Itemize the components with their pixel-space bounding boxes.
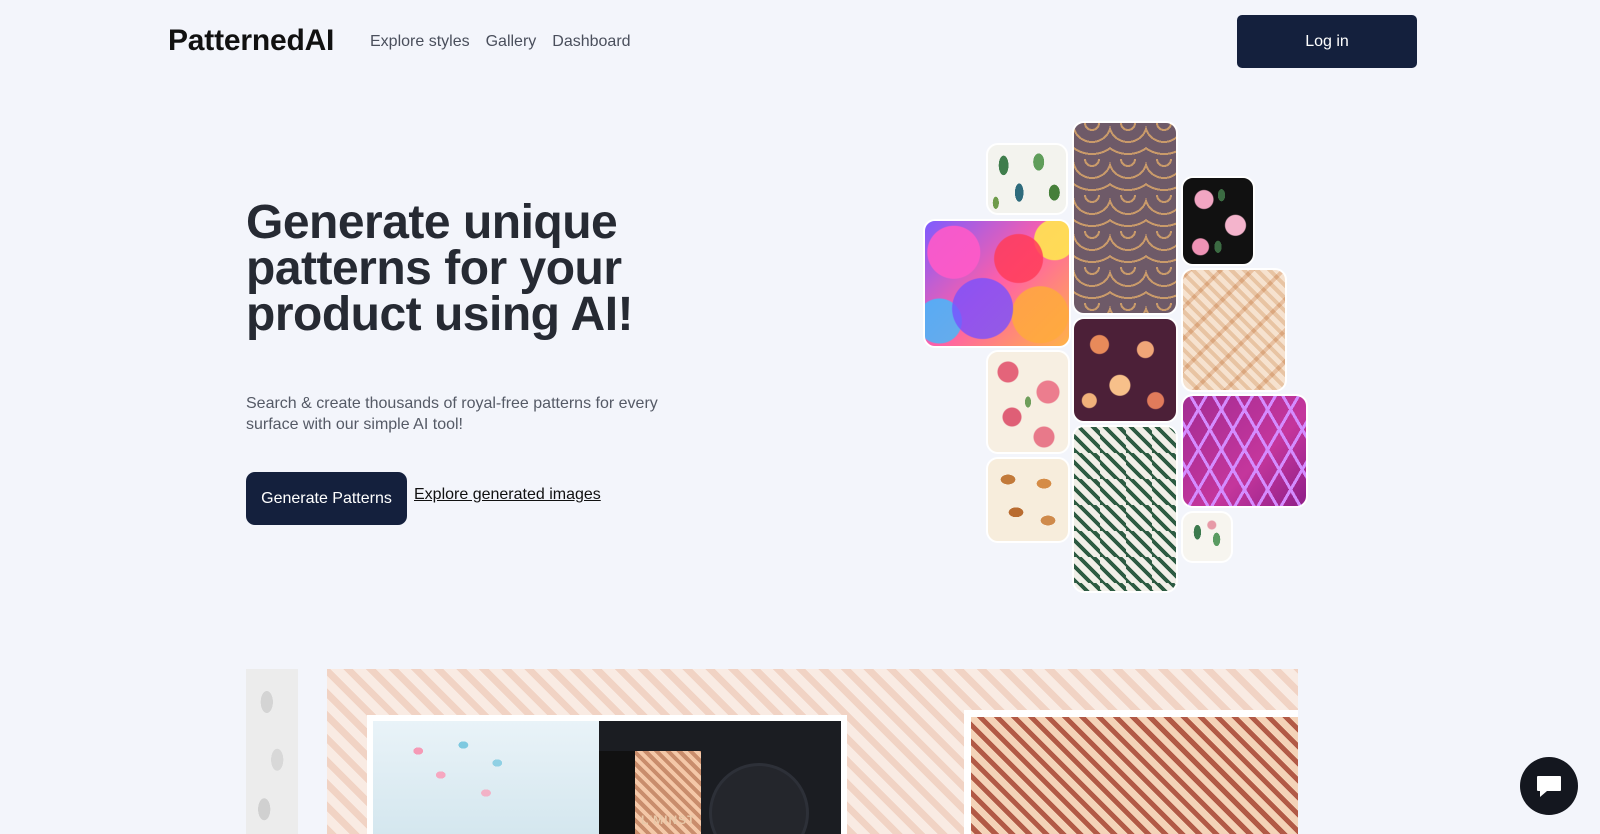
nav-gallery[interactable]: Gallery [486, 33, 537, 51]
product-brand-label: L'MINST [641, 813, 696, 827]
pattern-tile-roses-black [1181, 176, 1255, 266]
rug-pattern-photo [971, 717, 1298, 834]
pattern-tile-cream-roses [986, 350, 1070, 454]
chat-bubble-icon [1537, 776, 1561, 797]
main-nav: Explore styles Gallery Dashboard [370, 33, 631, 51]
nav-explore-styles[interactable]: Explore styles [370, 33, 470, 51]
pattern-tile-green-leaves [1181, 511, 1233, 563]
pattern-tile-tan-diamonds [1181, 268, 1287, 392]
showcase-left-pattern [246, 669, 298, 834]
showcase-band: L'MINST [327, 669, 1298, 834]
generate-patterns-button[interactable]: Generate Patterns [246, 472, 407, 525]
showcase-frame-1: L'MINST [367, 715, 847, 834]
explore-generated-images-link[interactable]: Explore generated images [414, 486, 601, 504]
login-button[interactable]: Log in [1237, 15, 1417, 68]
logo[interactable]: PatternedAI [168, 24, 334, 58]
hero-subtitle: Search & create thousands of royal-free … [246, 395, 658, 433]
pattern-tile-plum-floral [1072, 317, 1178, 423]
product-packaging-photo: L'MINST [599, 721, 841, 834]
chat-widget-button[interactable] [1520, 757, 1578, 815]
butterfly-wallpaper-photo [373, 721, 599, 834]
pattern-tile-colorful-bubbles [923, 219, 1071, 348]
hero-title: Generate unique patterns for your produc… [246, 196, 634, 341]
nav-dashboard[interactable]: Dashboard [552, 33, 630, 51]
pattern-tile-green-zigzag [1072, 425, 1178, 593]
showcase-frame-2 [964, 710, 1298, 834]
product-disc [709, 763, 809, 834]
pattern-tile-watercolor-leaves [986, 143, 1068, 215]
pattern-tile-art-deco [1072, 121, 1178, 315]
pattern-tile-pastries [986, 457, 1070, 543]
pattern-tile-magenta-lattice [1181, 394, 1308, 508]
page: PatternedAI Explore styles Gallery Dashb… [0, 0, 1600, 834]
